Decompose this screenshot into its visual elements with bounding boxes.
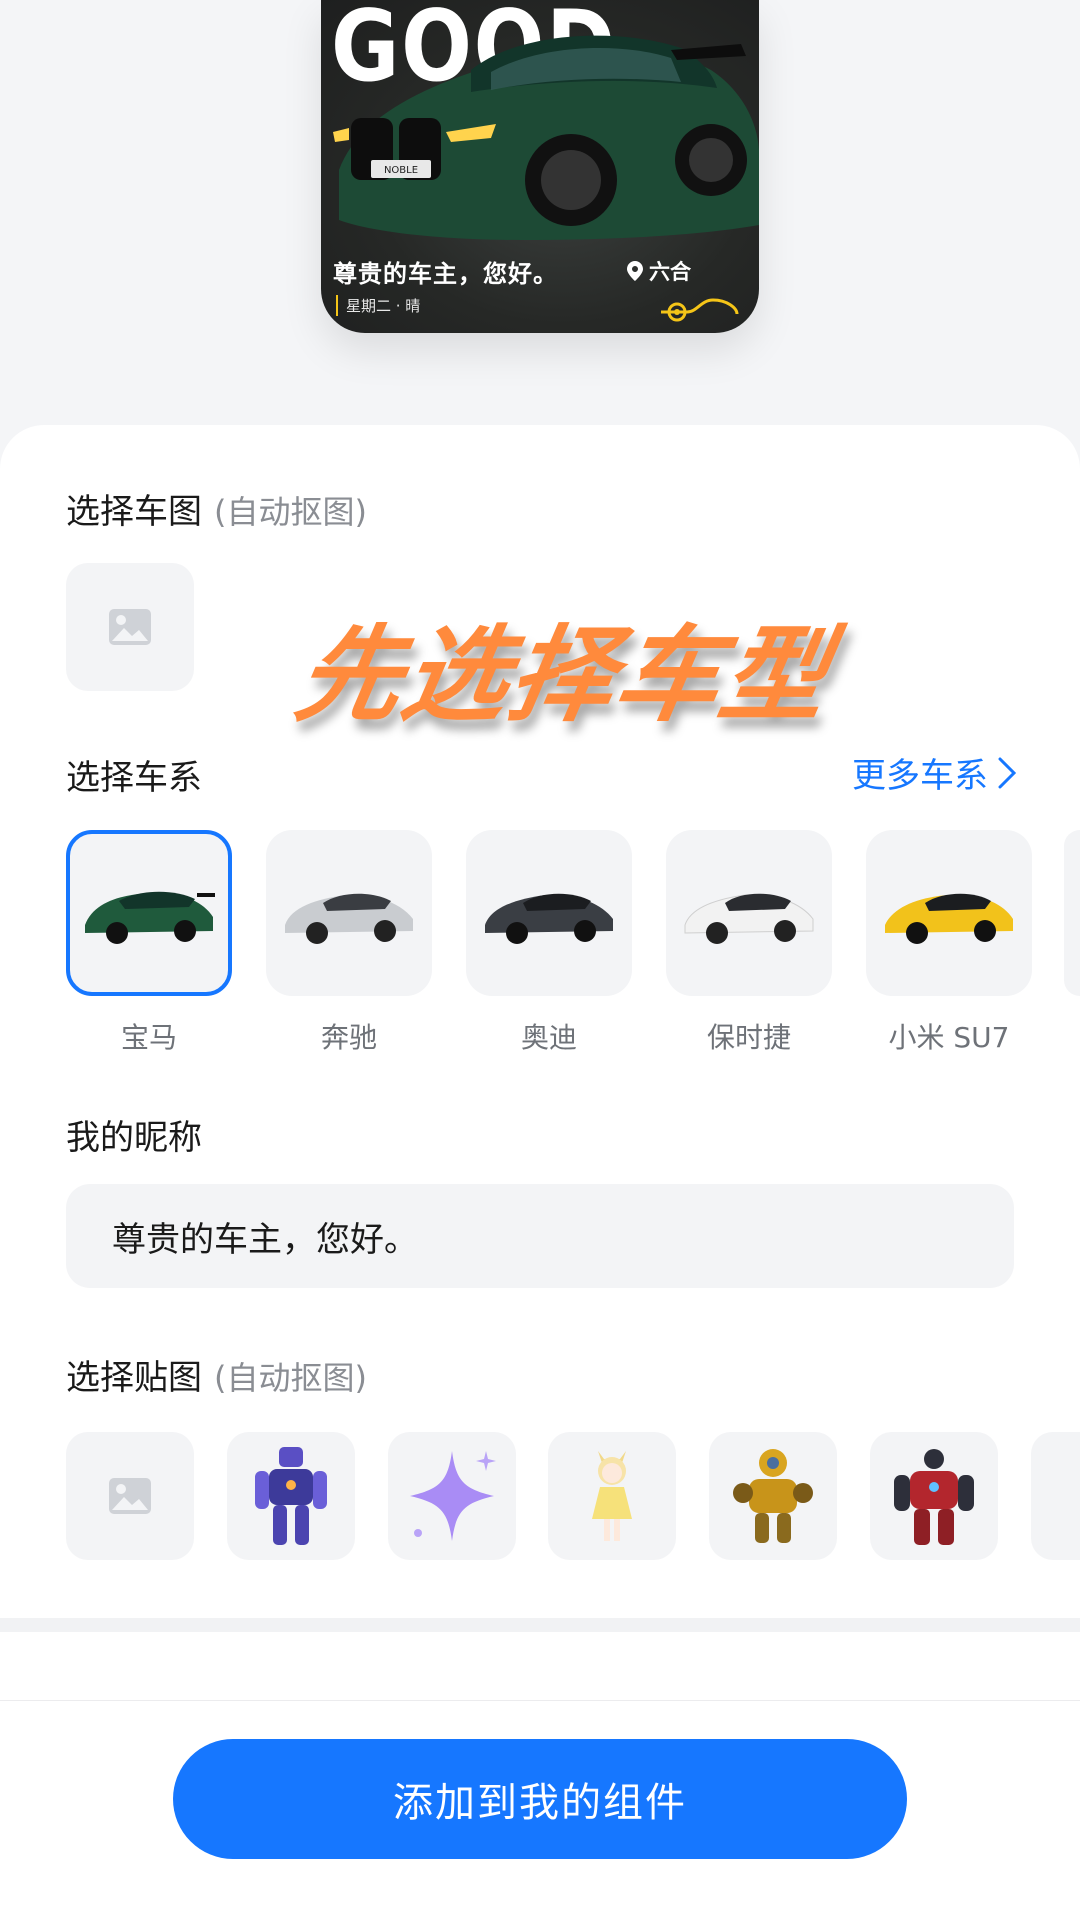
bottom-action-bar: 添加到我的组件	[0, 1700, 1080, 1921]
brand-item-porsche[interactable]: 保时捷	[666, 830, 832, 1056]
brand-label: 奔驰	[320, 1021, 377, 1054]
image-placeholder-icon	[109, 609, 151, 645]
brand-tile	[266, 830, 432, 996]
car-thumbnail	[485, 893, 613, 944]
car-thumbnail	[285, 893, 413, 944]
sticker-hint: (自动抠图)	[214, 1359, 367, 1397]
brand-label: 保时捷	[706, 1021, 791, 1054]
car-thumbnail	[885, 893, 1013, 944]
nickname-section-title: 我的昵称	[66, 1118, 202, 1158]
sticker-blue-robot[interactable]	[227, 1432, 355, 1560]
brand-label: 小米 SU7	[888, 1021, 1010, 1054]
image-placeholder-icon	[109, 1478, 151, 1514]
cat-girl-icon	[592, 1451, 632, 1541]
sticker-anime-cat-girl[interactable]	[548, 1432, 676, 1560]
chevron-right-icon	[998, 757, 1017, 788]
blue-robot-icon	[255, 1447, 327, 1545]
brand-tile	[66, 830, 232, 996]
brand-item-mercedes[interactable]: 奔驰	[266, 830, 432, 1056]
series-section-title: 选择车系	[66, 758, 202, 798]
preview-location: 六合	[627, 256, 691, 286]
preview-location-label: 六合	[649, 260, 691, 284]
sticker-section-title: 选择贴图 (自动抠图)	[66, 1350, 367, 1399]
preview-greeting: 尊贵的车主，您好。	[333, 260, 558, 288]
widget-preview: GOOD NOBLE 尊贵的车主，您好。 六合 星期二 · 晴	[321, 0, 759, 333]
brand-tile	[466, 830, 632, 996]
preview-plate-text: NOBLE	[384, 165, 418, 176]
brand-label: 宝马	[120, 1021, 177, 1054]
more-series-label: 更多车系	[852, 756, 988, 796]
nickname-input[interactable]: 尊贵的车主，您好。	[66, 1184, 1014, 1288]
car-image-title: 选择车图	[66, 492, 202, 532]
brand-item-partial[interactable]	[1064, 830, 1080, 996]
brand-label: 奥迪	[520, 1021, 577, 1054]
add-to-widgets-button[interactable]: 添加到我的组件	[173, 1739, 907, 1859]
section-divider	[0, 1618, 1080, 1632]
car-thumbnail	[85, 891, 215, 944]
car-thumbnail	[684, 893, 814, 944]
location-pin-icon	[627, 261, 643, 281]
yellow-robot-icon	[733, 1449, 813, 1543]
overlay-caption: 先选择车型	[287, 614, 840, 736]
sticker-partial[interactable]	[1031, 1432, 1080, 1560]
sticker-yellow-robot[interactable]	[709, 1432, 837, 1560]
brand-item-xiaomi[interactable]: 小米 SU7	[866, 830, 1032, 1056]
brand-tile	[666, 830, 832, 996]
sticker-title: 选择贴图	[66, 1358, 202, 1398]
sparkle-icon	[410, 1451, 496, 1541]
car-image-picker[interactable]	[66, 563, 194, 691]
sticker-red-robot[interactable]	[870, 1432, 998, 1560]
brand-item-audi[interactable]: 奥迪	[466, 830, 632, 1056]
more-series-link[interactable]: 更多车系	[852, 748, 1018, 797]
red-robot-icon	[894, 1449, 974, 1545]
car-image-section-title: 选择车图 (自动抠图)	[66, 484, 367, 533]
brand-item-bmw[interactable]: 宝马	[66, 830, 232, 1056]
sticker-purple-sparkle[interactable]	[388, 1432, 516, 1560]
preview-toggle-icon	[661, 298, 739, 322]
car-image-hint: (自动抠图)	[214, 493, 367, 531]
brand-tile	[866, 830, 1032, 996]
preview-date-weather: 星期二 · 晴	[336, 295, 420, 316]
sticker-upload-placeholder[interactable]	[66, 1432, 194, 1560]
